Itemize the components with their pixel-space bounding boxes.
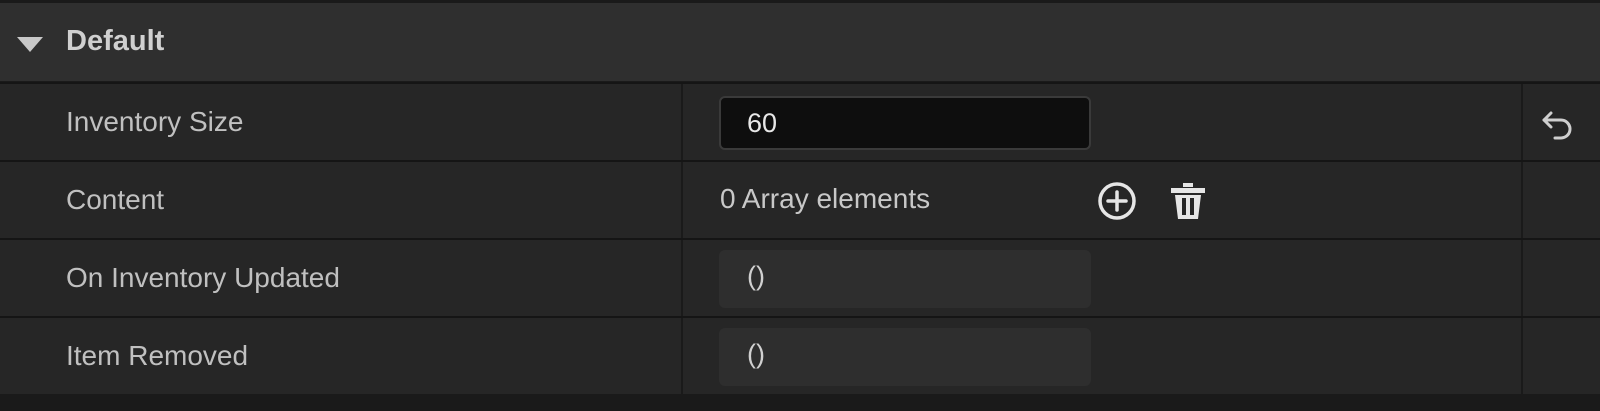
property-name-cell: Inventory Size	[0, 84, 683, 160]
item-removed-field[interactable]: ()	[719, 328, 1091, 386]
on-inventory-updated-field[interactable]: ()	[719, 250, 1091, 308]
inventory-size-input[interactable]: 60	[719, 96, 1091, 150]
property-name-cell: On Inventory Updated	[0, 240, 683, 316]
details-panel: Default Inventory Size 60 Content 0 Arra…	[0, 0, 1600, 411]
property-value-cell: ()	[683, 318, 1521, 394]
reset-cell	[1521, 240, 1600, 316]
array-element-count: 0 Array elements	[720, 183, 931, 214]
reset-cell	[1521, 318, 1600, 394]
property-label-inventory-size: Inventory Size	[66, 106, 244, 137]
empty-array-button[interactable]	[1166, 179, 1210, 223]
reset-cell	[1521, 162, 1600, 238]
property-row-inventory-size: Inventory Size 60	[0, 82, 1600, 160]
category-header-default[interactable]: Default	[0, 3, 1600, 81]
property-label-content: Content	[66, 184, 165, 215]
property-row-on-inventory-updated: On Inventory Updated ()	[0, 238, 1600, 316]
plus-circle-icon	[1098, 182, 1136, 220]
triangle-down-icon[interactable]	[17, 37, 43, 52]
property-name-cell: Content	[0, 162, 683, 238]
property-label-item-removed: Item Removed	[66, 340, 249, 371]
reset-to-default-icon[interactable]	[1537, 104, 1577, 144]
property-value-cell: 0 Array elements	[683, 162, 1521, 238]
add-element-button[interactable]	[1095, 179, 1139, 223]
property-value-cell: ()	[683, 240, 1521, 316]
trash-icon	[1171, 183, 1205, 219]
property-row-content: Content 0 Array elements	[0, 160, 1600, 238]
reset-cell	[1521, 84, 1600, 160]
property-value-cell: 60	[683, 84, 1521, 160]
category-title: Default	[66, 25, 165, 57]
property-label-on-inventory-updated: On Inventory Updated	[66, 262, 340, 293]
property-name-cell: Item Removed	[0, 318, 683, 394]
property-row-item-removed: Item Removed ()	[0, 316, 1600, 394]
